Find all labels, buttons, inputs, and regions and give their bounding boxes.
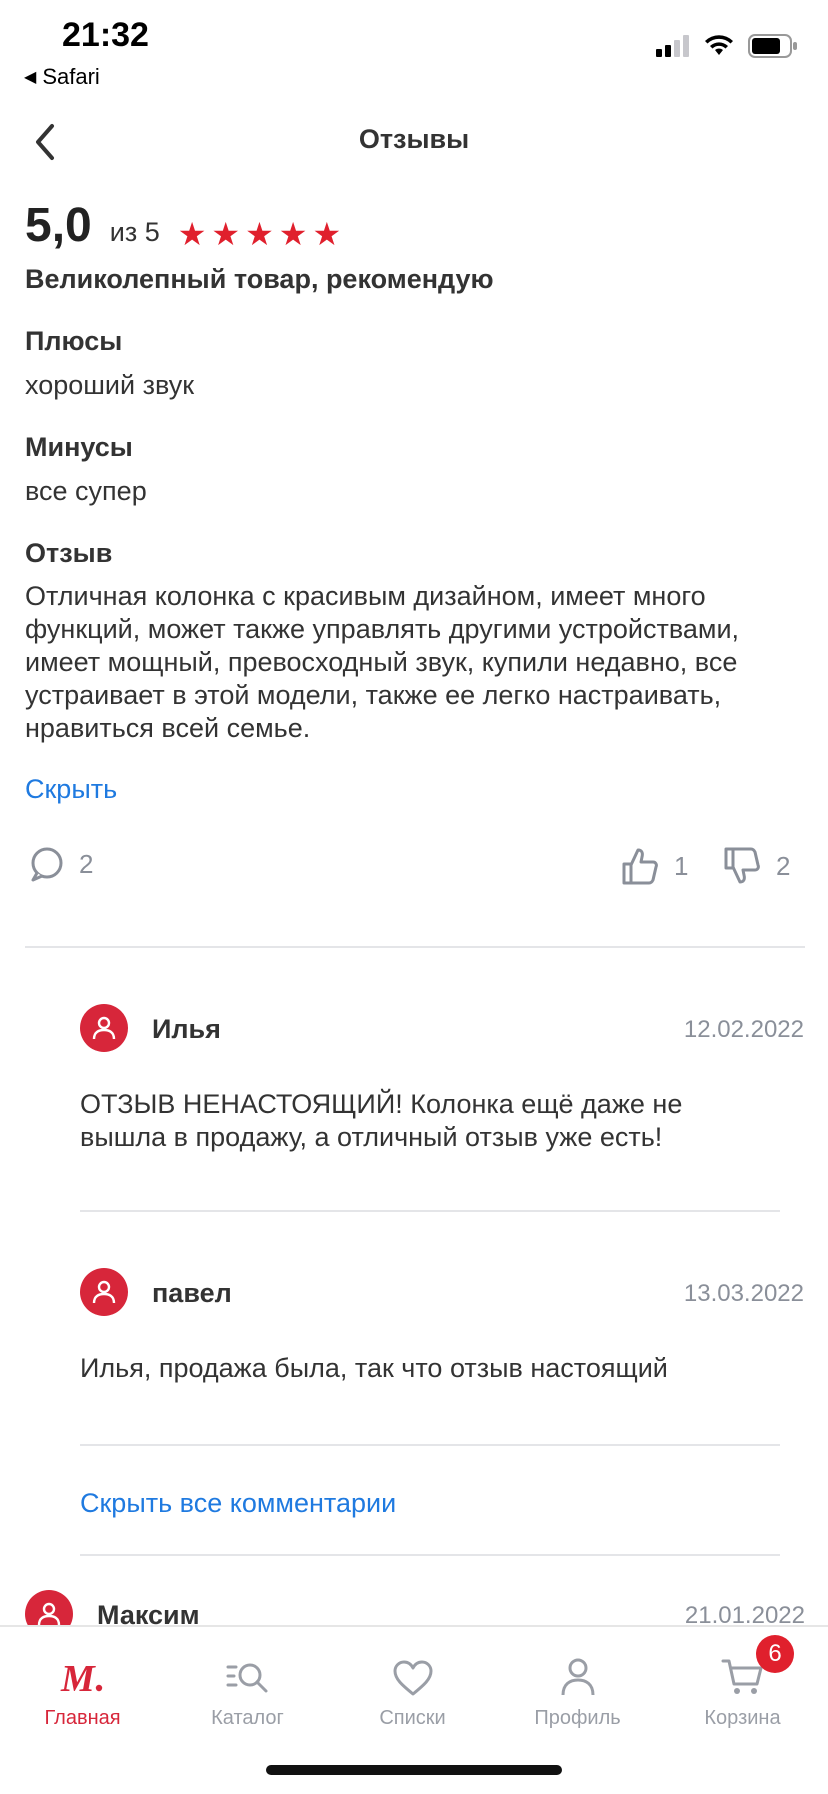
review-headline: Великолепный товар, рекомендую: [25, 264, 494, 294]
review-text: Отличная колонка с красивым дизайном, им…: [25, 581, 740, 743]
star-icon: ★: [177, 216, 207, 252]
user-icon: [92, 1280, 116, 1304]
star-icon: ★: [211, 216, 241, 252]
user-icon: [37, 1602, 61, 1626]
svg-text:М: М: [60, 1658, 96, 1697]
comment-item: Илья 12.02.2022 ОТЗЫВ НЕНАСТОЯЩИЙ! Колон…: [80, 1004, 804, 1152]
tab-profile[interactable]: Профиль: [495, 1627, 660, 1730]
review-title: Отзыв: [25, 538, 113, 568]
dislikes-count: 2: [776, 850, 791, 881]
status-icons: [656, 34, 798, 58]
cons-title: Минусы: [25, 432, 133, 462]
comment-text: Илья, продажа была, так что отзыв настоя…: [80, 1353, 668, 1383]
tab-home[interactable]: М Главная: [0, 1627, 165, 1730]
rating-stars: ★ ★ ★ ★ ★: [178, 218, 341, 250]
divider: [80, 1444, 780, 1446]
catalog-search-icon: [226, 1663, 267, 1693]
back-to-safari[interactable]: ◀ Safari: [24, 64, 100, 90]
tab-lists[interactable]: Списки: [330, 1627, 495, 1730]
hide-review-link[interactable]: Скрыть: [25, 774, 117, 805]
thumbs-up-icon: [622, 848, 658, 885]
tab-catalog[interactable]: Каталог: [165, 1627, 330, 1730]
divider: [80, 1554, 780, 1556]
battery-icon: [748, 34, 797, 58]
comment-date: 13.03.2022: [683, 1280, 804, 1307]
back-app-label: Safari: [42, 64, 100, 89]
rating-row: 5,0 из 5 ★ ★ ★ ★ ★: [25, 198, 341, 253]
star-icon: ★: [245, 216, 274, 252]
tab-label: Списки: [379, 1707, 446, 1729]
divider: [25, 946, 805, 948]
like-button[interactable]: 1: [620, 846, 688, 886]
avatar: [80, 1268, 128, 1316]
comments-button[interactable]: 2: [29, 846, 93, 882]
tab-label: Корзина: [704, 1707, 781, 1729]
wifi-icon: [705, 35, 733, 55]
comment-item: павел 13.03.2022 Илья, продажа была, так…: [80, 1268, 804, 1383]
page-title: Отзывы: [358, 124, 470, 154]
star-icon: ★: [312, 216, 342, 252]
hide-all-comments-link[interactable]: Скрыть все комментарии: [80, 1488, 396, 1519]
pros-title: Плюсы: [25, 326, 123, 356]
review-actions: 2 1 2: [25, 846, 805, 892]
comment-text: ОТЗЫВ НЕНАСТОЯЩИЙ! Колонка ещё даже не в…: [80, 1089, 683, 1152]
dislike-button[interactable]: 2: [722, 846, 790, 886]
divider: [80, 1210, 780, 1212]
comment-author: павел: [152, 1278, 232, 1308]
home-indicator[interactable]: [266, 1765, 562, 1775]
signal-icon: [656, 35, 689, 57]
tab-cart[interactable]: Корзина 6: [660, 1627, 825, 1730]
star-icon: ★: [278, 216, 308, 252]
status-time: 21:32: [62, 16, 149, 54]
thumbs-down-icon: [724, 847, 760, 884]
rating-of: из 5: [109, 217, 160, 247]
likes-count: 1: [674, 850, 689, 881]
person-icon: [561, 1658, 594, 1696]
avatar: [80, 1004, 128, 1052]
tab-label: Каталог: [211, 1707, 284, 1729]
cons-text: все супер: [25, 476, 147, 506]
heart-icon: [393, 1660, 432, 1696]
user-icon: [92, 1016, 116, 1040]
tab-label: Главная: [44, 1707, 121, 1729]
tab-label: Профиль: [534, 1707, 621, 1729]
comment-bubble-icon: [31, 847, 63, 882]
pros-text: хороший звук: [25, 370, 195, 400]
rating-value: 5,0: [25, 199, 92, 252]
comments-count: 2: [79, 848, 94, 879]
comment-date: 12.02.2022: [683, 1016, 804, 1043]
logo-icon: М: [60, 1658, 102, 1697]
cart-badge: 6: [756, 1635, 794, 1673]
comment-author: Илья: [152, 1014, 221, 1044]
back-triangle-icon: ◀: [24, 69, 37, 86]
